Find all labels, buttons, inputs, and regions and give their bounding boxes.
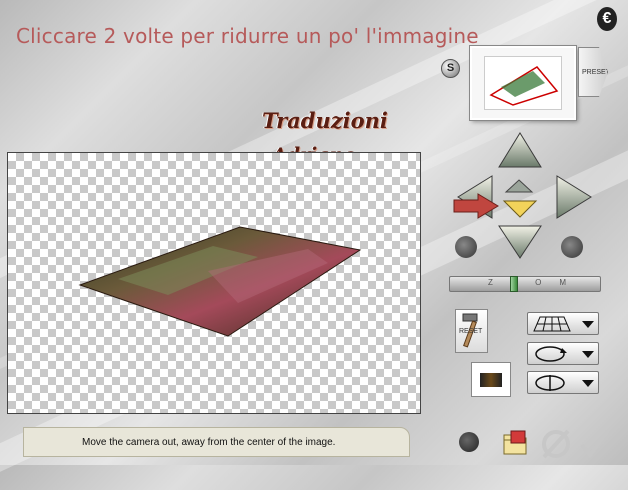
camera-out-button[interactable]: [502, 199, 538, 219]
rotate-right-icon[interactable]: [561, 236, 583, 258]
logo-icon: €: [597, 7, 617, 31]
rotate-left-icon[interactable]: [455, 236, 477, 258]
zoom-label: ZOOM: [488, 278, 584, 287]
chevron-down-icon: [582, 321, 594, 328]
arrow-up-icon[interactable]: [497, 131, 543, 169]
pointer-arrow-icon: [453, 193, 499, 219]
perspective-grid-icon: [533, 316, 571, 332]
spin-icon: [535, 375, 565, 391]
instruction-title: Cliccare 2 volte per ridurre un po' l'im…: [16, 24, 479, 48]
preset-preview-thumbnail: [470, 46, 576, 120]
perspective-image: [78, 226, 362, 337]
texture-thumbnail[interactable]: [471, 362, 511, 397]
grid-icon[interactable]: [459, 432, 479, 452]
status-text: Move the camera out, away from the cente…: [82, 437, 336, 448]
rotate-mode-dropdown[interactable]: [527, 342, 599, 365]
canvas-preview-area[interactable]: [7, 152, 421, 414]
reset-label: RESET: [459, 328, 483, 335]
ok-icon[interactable]: [578, 427, 612, 459]
grid-mode-dropdown[interactable]: [527, 312, 599, 335]
status-bar: Move the camera out, away from the cente…: [23, 427, 410, 457]
rotate-icon: [535, 346, 567, 362]
folder-icon[interactable]: [501, 429, 529, 457]
presets-button[interactable]: PRESETS: [578, 47, 608, 97]
arrow-down-icon[interactable]: [497, 224, 543, 260]
watermark-line-1: Traduzioni: [262, 108, 388, 133]
preview-toggle-button[interactable]: S: [441, 59, 460, 78]
reset-button[interactable]: RESET: [455, 309, 488, 353]
spin-mode-dropdown[interactable]: [527, 371, 599, 394]
chevron-down-icon: [582, 351, 594, 358]
zoom-slider[interactable]: ZOOM: [449, 276, 601, 292]
arrow-right-icon[interactable]: [555, 174, 593, 220]
chevron-down-icon: [582, 380, 594, 387]
zoom-slider-thumb[interactable]: [510, 276, 518, 292]
cancel-icon[interactable]: [540, 427, 572, 459]
camera-in-button[interactable]: [504, 178, 534, 194]
